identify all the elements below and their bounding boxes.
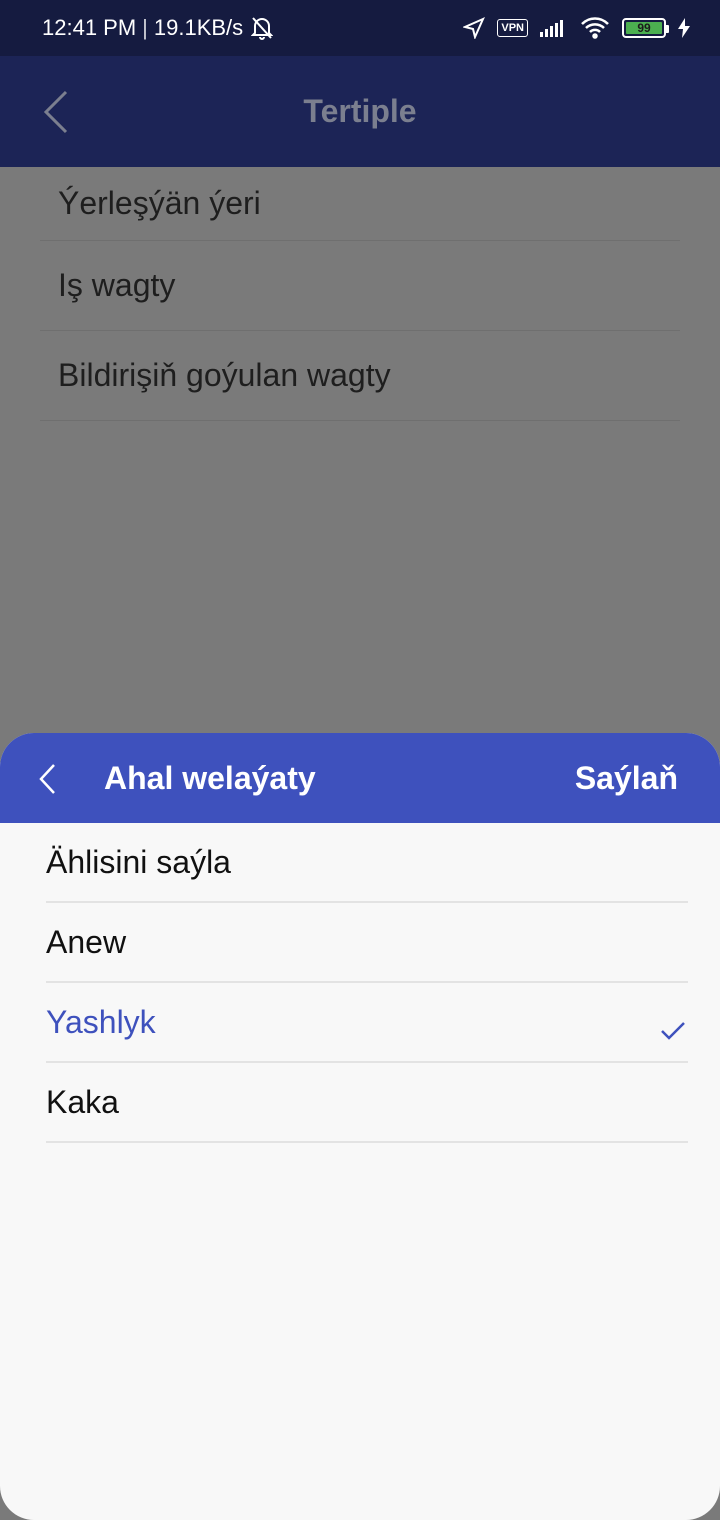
option-select-all[interactable]: Ählisini saýla <box>46 823 688 903</box>
status-left: 12:41 PM | 19.1KB/s <box>42 15 274 41</box>
option-yashlyk[interactable]: Yashlyk <box>46 983 688 1063</box>
region-picker-sheet: Ahal welaýaty Saýlaň Ählisini saýla Anew… <box>0 733 720 1520</box>
select-button[interactable]: Saýlaň <box>575 760 678 797</box>
network-speed: 19.1KB/s <box>153 15 244 40</box>
battery-level: 99 <box>626 22 662 34</box>
option-anew[interactable]: Anew <box>46 903 688 983</box>
option-label: Ählisini saýla <box>46 843 231 880</box>
option-kaka[interactable]: Kaka <box>46 1063 688 1143</box>
page-title: Tertiple <box>303 93 417 129</box>
status-separator: | <box>142 15 148 40</box>
battery-icon: 99 <box>622 18 669 38</box>
vpn-icon: VPN <box>497 19 528 37</box>
sort-item-label: Iş wagty <box>58 267 176 303</box>
sort-item-work-time[interactable]: Iş wagty <box>40 241 680 331</box>
status-right: VPN 99 <box>463 17 690 39</box>
sheet-header: Ahal welaýaty Saýlaň <box>0 733 720 823</box>
notifications-off-icon <box>251 16 274 40</box>
back-icon[interactable] <box>42 90 72 134</box>
status-time: 12:41 PM <box>42 15 137 40</box>
location-icon <box>463 17 486 39</box>
option-label: Yashlyk <box>46 1003 156 1040</box>
sheet-title: Ahal welaýaty <box>104 759 316 796</box>
sort-item-label: Bildirişiň goýulan wagty <box>58 357 391 393</box>
status-bar: 12:41 PM | 19.1KB/s VPN 99 <box>0 0 720 56</box>
checkmark-icon <box>660 1012 686 1040</box>
option-label: Kaka <box>46 1083 119 1120</box>
sort-item-label: Ýerleşýän ýeri <box>58 185 261 221</box>
sort-item-post-time[interactable]: Bildirişiň goýulan wagty <box>40 331 680 421</box>
sheet-back-icon[interactable] <box>38 763 58 795</box>
app-bar: Tertiple <box>0 56 720 167</box>
wifi-icon <box>580 17 610 39</box>
option-label: Anew <box>46 923 127 960</box>
charging-icon <box>678 18 690 38</box>
signal-icon <box>540 18 568 38</box>
sort-item-location[interactable]: Ýerleşýän ýeri <box>40 167 680 241</box>
